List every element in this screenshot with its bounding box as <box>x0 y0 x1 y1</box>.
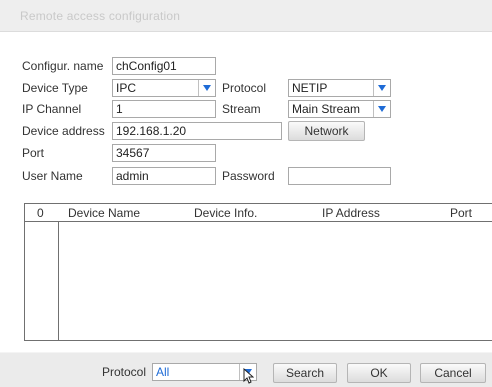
title-bar[interactable]: Remote access configuration <box>0 0 492 32</box>
footer-protocol-label: Protocol <box>102 365 147 379</box>
user-name-input[interactable]: admin <box>112 167 216 185</box>
password-input[interactable] <box>288 167 391 185</box>
config-name-label: Configur. name <box>22 59 104 73</box>
device-address-input[interactable]: 192.168.1.20 <box>112 122 282 140</box>
ip-channel-input[interactable]: 1 <box>112 100 216 118</box>
column-header-ip-address[interactable]: IP Address <box>322 206 380 220</box>
protocol-value: NETIP <box>292 81 328 95</box>
device-list-table[interactable]: 0 Device Name Device Info. IP Address Po… <box>24 203 492 341</box>
column-header-port[interactable]: Port <box>450 206 472 220</box>
config-name-input[interactable]: chConfig01 <box>112 57 216 75</box>
port-input[interactable]: 34567 <box>112 144 216 162</box>
stream-select[interactable]: Main Stream <box>288 100 391 118</box>
port-label: Port <box>22 146 45 160</box>
column-header-device-name[interactable]: Device Name <box>68 206 140 220</box>
column-separator <box>58 221 59 340</box>
chevron-down-icon[interactable] <box>198 80 215 96</box>
cancel-button[interactable]: Cancel <box>420 363 486 383</box>
search-button[interactable]: Search <box>273 363 337 383</box>
chevron-down-icon[interactable] <box>373 101 390 117</box>
stream-label: Stream <box>222 102 261 116</box>
device-type-label: Device Type <box>22 81 88 95</box>
protocol-select[interactable]: NETIP <box>288 79 391 97</box>
remote-access-dialog: Remote access configuration Configur. na… <box>0 0 492 387</box>
device-type-value: IPC <box>116 81 137 95</box>
dialog-title: Remote access configuration <box>20 9 181 23</box>
protocol-label: Protocol <box>222 81 267 95</box>
ip-channel-label: IP Channel <box>22 102 82 116</box>
network-button[interactable]: Network <box>288 121 365 141</box>
device-type-select[interactable]: IPC <box>112 79 216 97</box>
column-header-index[interactable]: 0 <box>37 206 44 220</box>
chevron-down-icon[interactable] <box>373 80 390 96</box>
table-header: 0 Device Name Device Info. IP Address Po… <box>25 204 492 222</box>
footer-protocol-value: All <box>156 365 170 379</box>
column-header-device-info[interactable]: Device Info. <box>194 206 257 220</box>
stream-value: Main Stream <box>292 102 361 116</box>
ok-button[interactable]: OK <box>347 363 411 383</box>
mouse-cursor-icon <box>243 368 254 384</box>
device-address-label: Device address <box>22 124 105 138</box>
footer-protocol-select[interactable]: All <box>152 363 257 381</box>
dialog-footer: Protocol All Search OK Cancel <box>0 353 492 387</box>
password-label: Password <box>222 169 275 183</box>
user-name-label: User Name <box>22 169 83 183</box>
